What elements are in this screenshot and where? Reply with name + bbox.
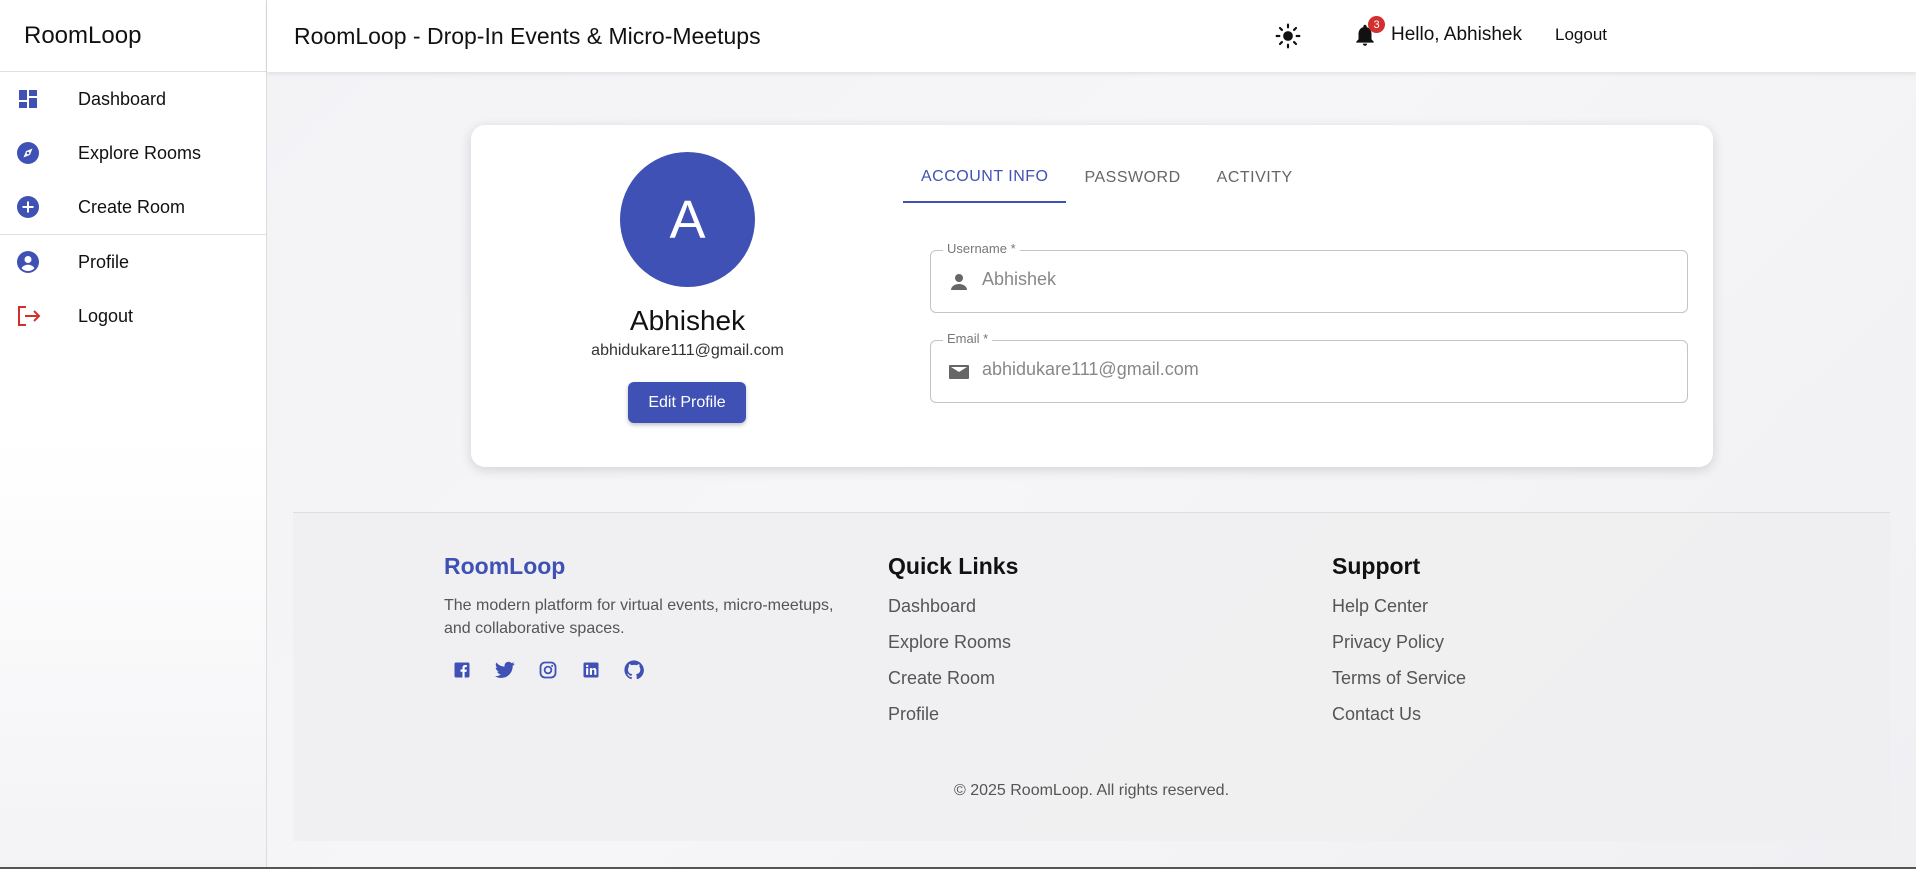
sidebar: RoomLoop Dashboard Explore Rooms Create … (0, 0, 267, 869)
footer-support: Support Help Center Privacy Policy Terms… (1332, 553, 1466, 732)
footer: RoomLoop The modern platform for virtual… (293, 512, 1890, 841)
linkedin-icon[interactable] (581, 660, 601, 680)
footer-link-help-center[interactable]: Help Center (1332, 588, 1466, 624)
sidebar-nav: Dashboard Explore Rooms Create Room (0, 72, 266, 234)
footer-link-create-room[interactable]: Create Room (888, 660, 1018, 696)
sidebar-item-label: Logout (78, 305, 134, 326)
facebook-icon[interactable] (452, 660, 472, 680)
sidebar-item-dashboard[interactable]: Dashboard (0, 72, 266, 126)
footer-link-profile[interactable]: Profile (888, 696, 1018, 732)
compass-icon (0, 141, 78, 165)
copyright: © 2025 RoomLoop. All rights reserved. (953, 782, 1230, 799)
person-icon (947, 270, 971, 294)
footer-brand-column: RoomLoop The modern platform for virtual… (444, 553, 864, 680)
profile-email: abhidukare111@gmail.com (591, 342, 784, 359)
sidebar-item-label: Dashboard (78, 88, 167, 109)
sidebar-item-label: Explore Rooms (78, 142, 202, 163)
top-app-bar: RoomLoop - Drop-In Events & Micro-Meetup… (267, 0, 1916, 72)
theme-toggle-button[interactable] (1273, 21, 1303, 51)
sidebar-brand[interactable]: RoomLoop (0, 0, 266, 72)
twitter-icon[interactable] (495, 660, 515, 680)
notifications-button[interactable]: 3 (1350, 16, 1385, 50)
profile-name: Abhishek (629, 305, 746, 336)
instagram-icon[interactable] (538, 660, 558, 680)
email-input[interactable] (982, 359, 1632, 380)
profile-card: A Abhishek abhidukare111@gmail.com Edit … (471, 125, 1713, 467)
sidebar-item-explore-rooms[interactable]: Explore Rooms (0, 126, 266, 180)
profile-tabs: ACCOUNT INFO PASSWORD ACTIVITY (903, 153, 1311, 203)
footer-quick-links: Quick Links Dashboard Explore Rooms Crea… (888, 553, 1018, 732)
username-label: Username * (943, 241, 1020, 256)
account-circle-icon (0, 250, 78, 274)
support-heading: Support (1332, 553, 1421, 579)
notification-badge: 3 (1368, 16, 1385, 33)
tab-activity[interactable]: ACTIVITY (1199, 153, 1311, 203)
sidebar-nav-secondary: Profile Logout (0, 235, 266, 424)
sidebar-item-label: Profile (78, 251, 130, 272)
logout-icon (0, 304, 78, 328)
sidebar-item-logout[interactable]: Logout (0, 289, 266, 343)
github-icon[interactable] (624, 660, 644, 680)
dashboard-icon (0, 87, 78, 111)
footer-link-contact-us[interactable]: Contact Us (1332, 696, 1466, 732)
sun-icon (1275, 23, 1301, 49)
header-logout-button[interactable]: Logout (1555, 25, 1607, 45)
footer-brand: RoomLoop (444, 553, 566, 579)
tab-account-info[interactable]: ACCOUNT INFO (903, 153, 1067, 203)
footer-link-terms-of-service[interactable]: Terms of Service (1332, 660, 1466, 696)
social-links (444, 660, 864, 680)
edit-profile-button[interactable]: Edit Profile (628, 382, 746, 423)
username-input[interactable] (982, 269, 1632, 290)
footer-description: The modern platform for virtual events, … (444, 597, 834, 637)
tab-password[interactable]: PASSWORD (1066, 153, 1198, 203)
mail-icon (947, 360, 971, 384)
page-title: RoomLoop - Drop-In Events & Micro-Meetup… (294, 22, 761, 49)
email-field[interactable]: Email * (930, 331, 1688, 403)
avatar: A (620, 152, 755, 287)
footer-link-dashboard[interactable]: Dashboard (888, 588, 1018, 624)
sidebar-item-label: Create Room (78, 196, 186, 217)
footer-link-privacy-policy[interactable]: Privacy Policy (1332, 624, 1466, 660)
username-field[interactable]: Username * (930, 241, 1688, 313)
footer-link-explore-rooms[interactable]: Explore Rooms (888, 624, 1018, 660)
quick-links-heading: Quick Links (888, 553, 1019, 579)
sidebar-item-profile[interactable]: Profile (0, 235, 266, 289)
sidebar-item-create-room[interactable]: Create Room (0, 180, 266, 234)
email-label: Email * (943, 331, 993, 346)
add-circle-icon (0, 195, 78, 219)
